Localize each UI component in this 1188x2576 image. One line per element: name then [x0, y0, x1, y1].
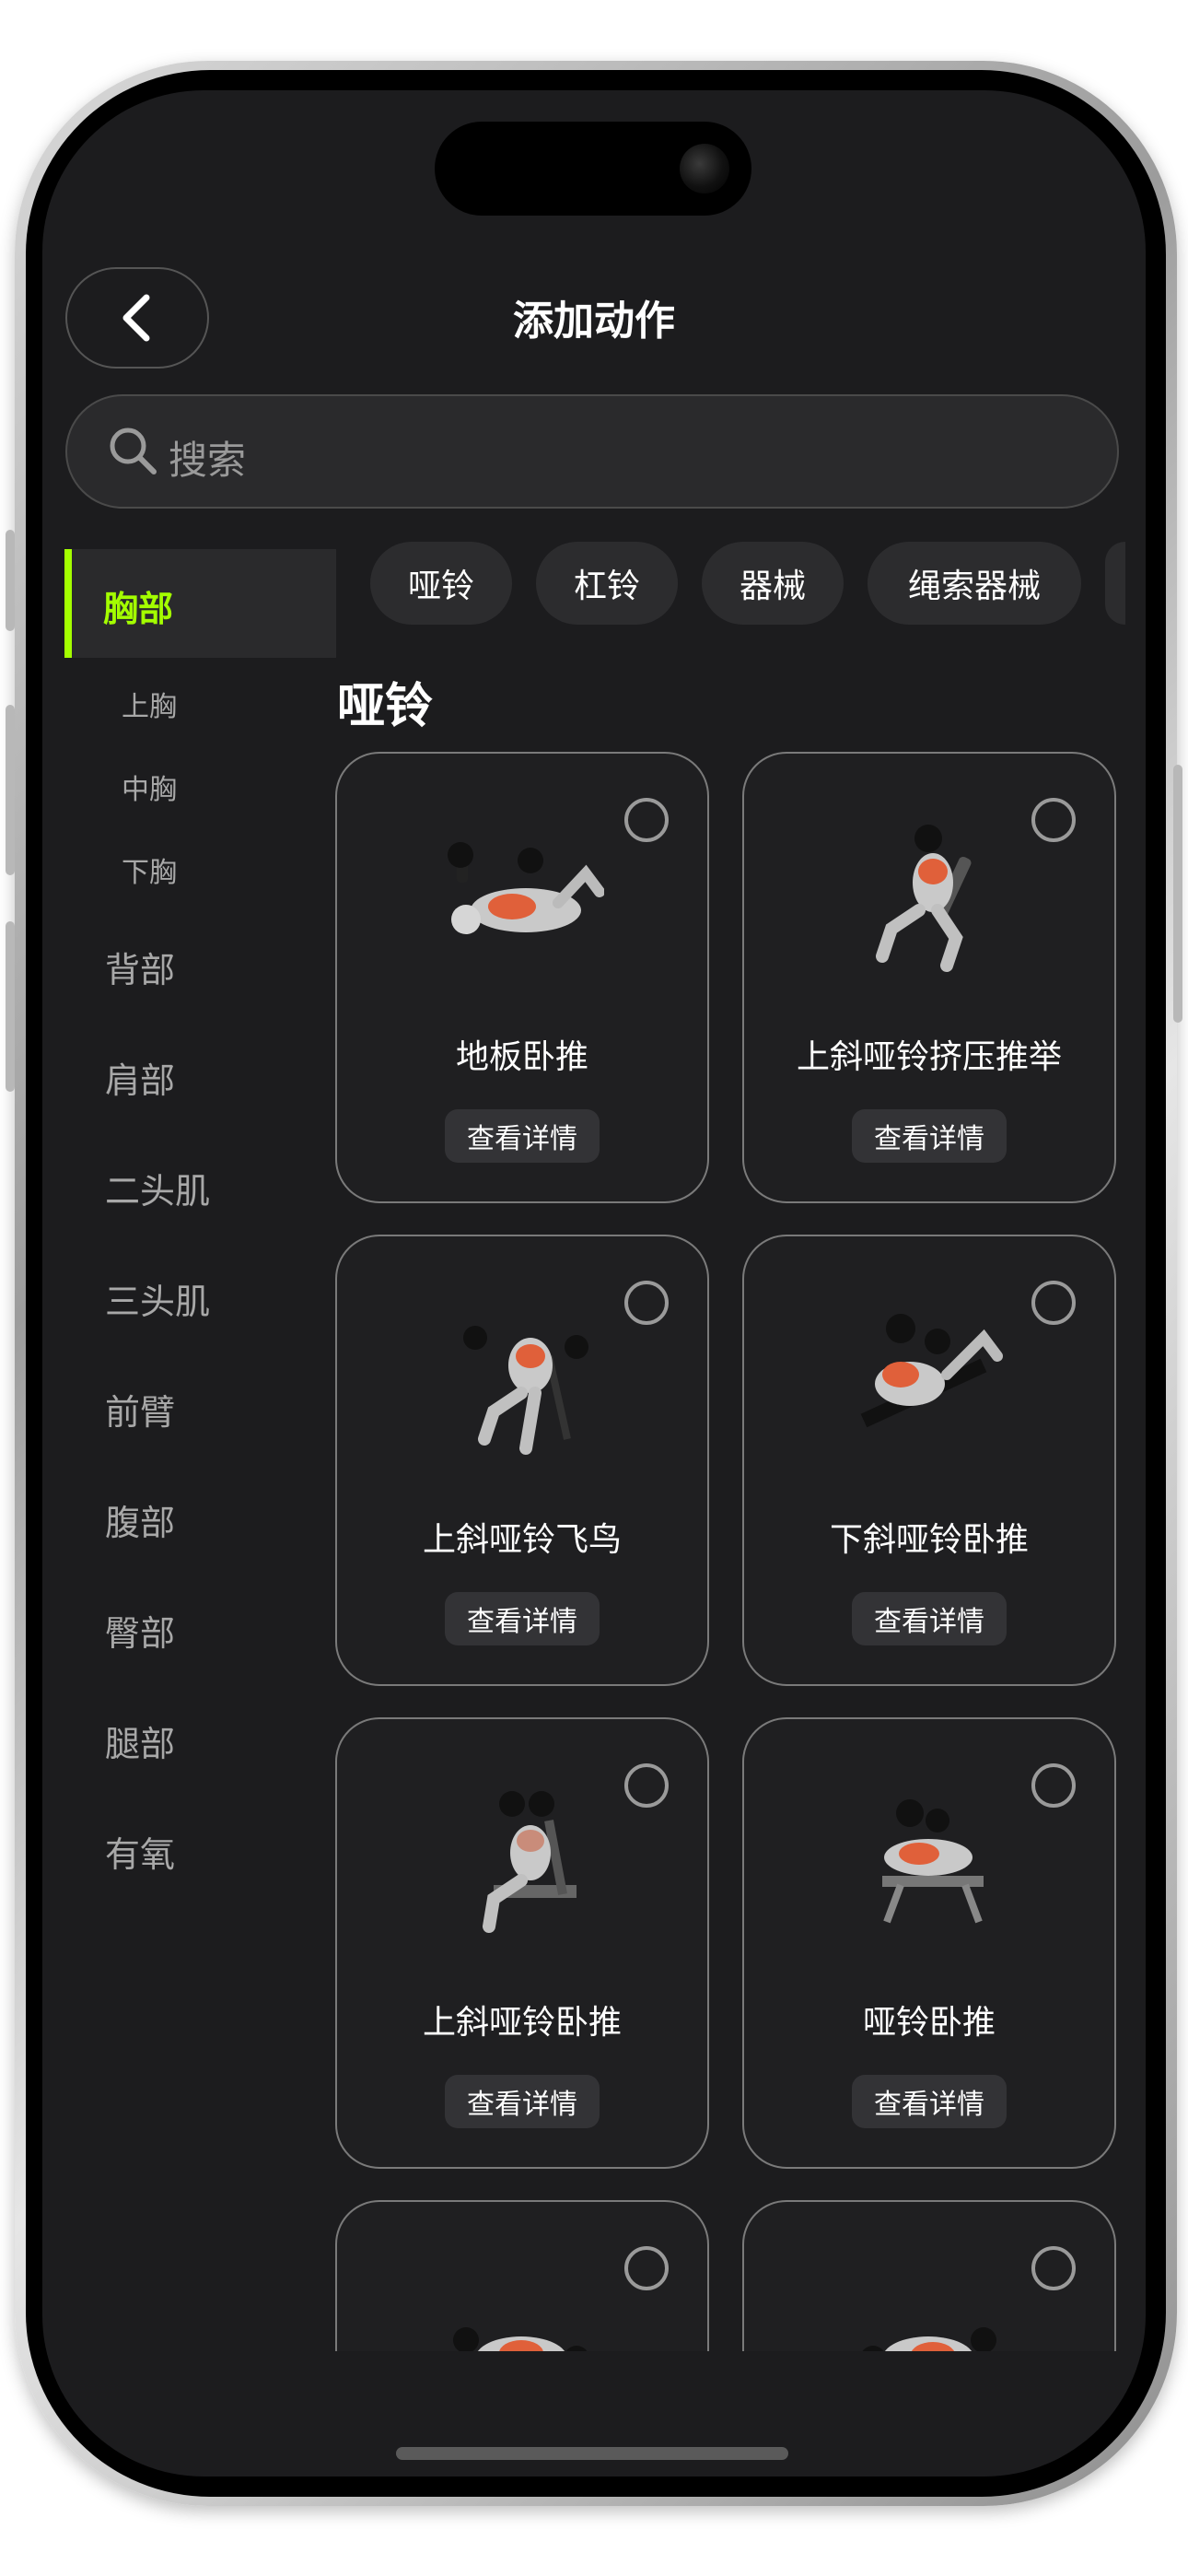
exercise-name: 地板卧推	[455, 1038, 588, 1076]
exercise-card[interactable]: 上斜哑铃挤压推举 查看详情	[742, 752, 1116, 1203]
exercise-name: 下斜哑铃卧推	[829, 1521, 1029, 1559]
sidebar-item-glutes[interactable]: 臀部	[105, 1605, 175, 1656]
exercise-grid: 地板卧推 查看详情 上斜哑铃挤压推举 查看详情 上斜哑铃飞鸟 查看详情 下斜哑铃…	[332, 746, 1133, 2351]
select-radio[interactable]	[1031, 798, 1076, 842]
view-detail-button[interactable]: 查看详情	[852, 1592, 1007, 1645]
sidebar-item-legs[interactable]: 腿部	[105, 1715, 175, 1766]
search-icon	[110, 427, 157, 474]
sidebar-item-chest[interactable]: 胸部	[64, 549, 336, 658]
select-radio[interactable]	[624, 1281, 669, 1325]
sidebar-subitem-lower-chest[interactable]: 下胸	[122, 849, 177, 890]
volume-down-button	[6, 921, 15, 1092]
chevron-left-icon	[122, 294, 150, 342]
mute-switch	[6, 530, 15, 631]
view-detail-button[interactable]: 查看详情	[852, 2075, 1007, 2128]
power-button	[1173, 765, 1182, 1023]
view-detail-button[interactable]: 查看详情	[445, 1109, 600, 1163]
view-detail-button[interactable]: 查看详情	[852, 1109, 1007, 1163]
chip-overflow[interactable]	[1105, 542, 1125, 625]
exercise-name: 哑铃卧推	[862, 2004, 996, 2042]
exercise-figure-icon	[463, 1326, 588, 1455]
exercise-card[interactable]: 哑铃卧推 查看详情	[742, 1717, 1116, 2169]
chip-barbell[interactable]: 杠铃	[536, 542, 678, 625]
exercise-name: 上斜哑铃飞鸟	[422, 1521, 622, 1559]
sidebar-item-biceps[interactable]: 二头肌	[105, 1163, 210, 1213]
sidebar-item-label: 胸部	[103, 589, 174, 629]
chip-cable-machine[interactable]: 绳索器械	[868, 542, 1081, 625]
select-radio[interactable]	[1031, 1281, 1076, 1325]
dynamic-island	[435, 122, 751, 216]
exercise-figure-icon	[860, 1314, 1003, 1428]
search-input[interactable]: 搜索	[65, 394, 1119, 509]
sidebar-item-abs[interactable]: 腹部	[105, 1494, 175, 1545]
exercise-card[interactable]: 地板卧推 查看详情	[335, 752, 709, 1203]
select-radio[interactable]	[1031, 2246, 1076, 2290]
exercise-name: 上斜哑铃挤压推举	[796, 1038, 1062, 1076]
exercise-figure-icon	[862, 2327, 996, 2351]
exercise-card[interactable]: 下斜哑铃卧推 查看详情	[742, 1235, 1116, 1686]
sidebar-item-cardio[interactable]: 有氧	[105, 1826, 175, 1877]
exercise-figure-icon	[448, 842, 604, 934]
back-button[interactable]	[65, 267, 209, 369]
sidebar-item-shoulders[interactable]: 肩部	[105, 1052, 175, 1103]
select-radio[interactable]	[624, 2246, 669, 2290]
sidebar-item-back[interactable]: 背部	[105, 942, 175, 992]
view-detail-button[interactable]: 查看详情	[445, 1592, 600, 1645]
exercise-figure-icon	[876, 825, 972, 972]
exercise-name: 上斜哑铃卧推	[422, 2004, 622, 2042]
exercise-figure-icon	[453, 2327, 588, 2351]
exercise-card[interactable]	[742, 2200, 1116, 2351]
sidebar-subitem-mid-chest[interactable]: 中胸	[122, 767, 177, 807]
chip-machine[interactable]: 器械	[702, 542, 844, 625]
search-placeholder: 搜索	[169, 438, 247, 483]
page-title: 添加动作	[513, 298, 675, 345]
volume-up-button	[6, 705, 15, 875]
view-detail-button[interactable]: 查看详情	[445, 2075, 600, 2128]
exercise-figure-icon	[483, 1791, 577, 1933]
select-radio[interactable]	[624, 1763, 669, 1808]
select-radio[interactable]	[1031, 1763, 1076, 1808]
exercise-card[interactable]	[335, 2200, 709, 2351]
sidebar-item-triceps[interactable]: 三头肌	[105, 1273, 210, 1324]
category-sidebar: 胸部	[64, 549, 336, 658]
exercise-card[interactable]: 上斜哑铃飞鸟 查看详情	[335, 1235, 709, 1686]
sidebar-subitem-upper-chest[interactable]: 上胸	[122, 684, 177, 724]
exercise-card[interactable]: 上斜哑铃卧推 查看详情	[335, 1717, 709, 2169]
sidebar-item-forearms[interactable]: 前臂	[105, 1384, 175, 1434]
select-radio[interactable]	[624, 798, 669, 842]
section-title: 哑铃	[337, 679, 434, 734]
active-indicator	[64, 549, 72, 658]
camera-icon	[680, 144, 729, 193]
chip-dumbbell[interactable]: 哑铃	[370, 542, 512, 625]
home-indicator[interactable]	[396, 2447, 788, 2460]
exercise-figure-icon	[882, 1799, 984, 1924]
